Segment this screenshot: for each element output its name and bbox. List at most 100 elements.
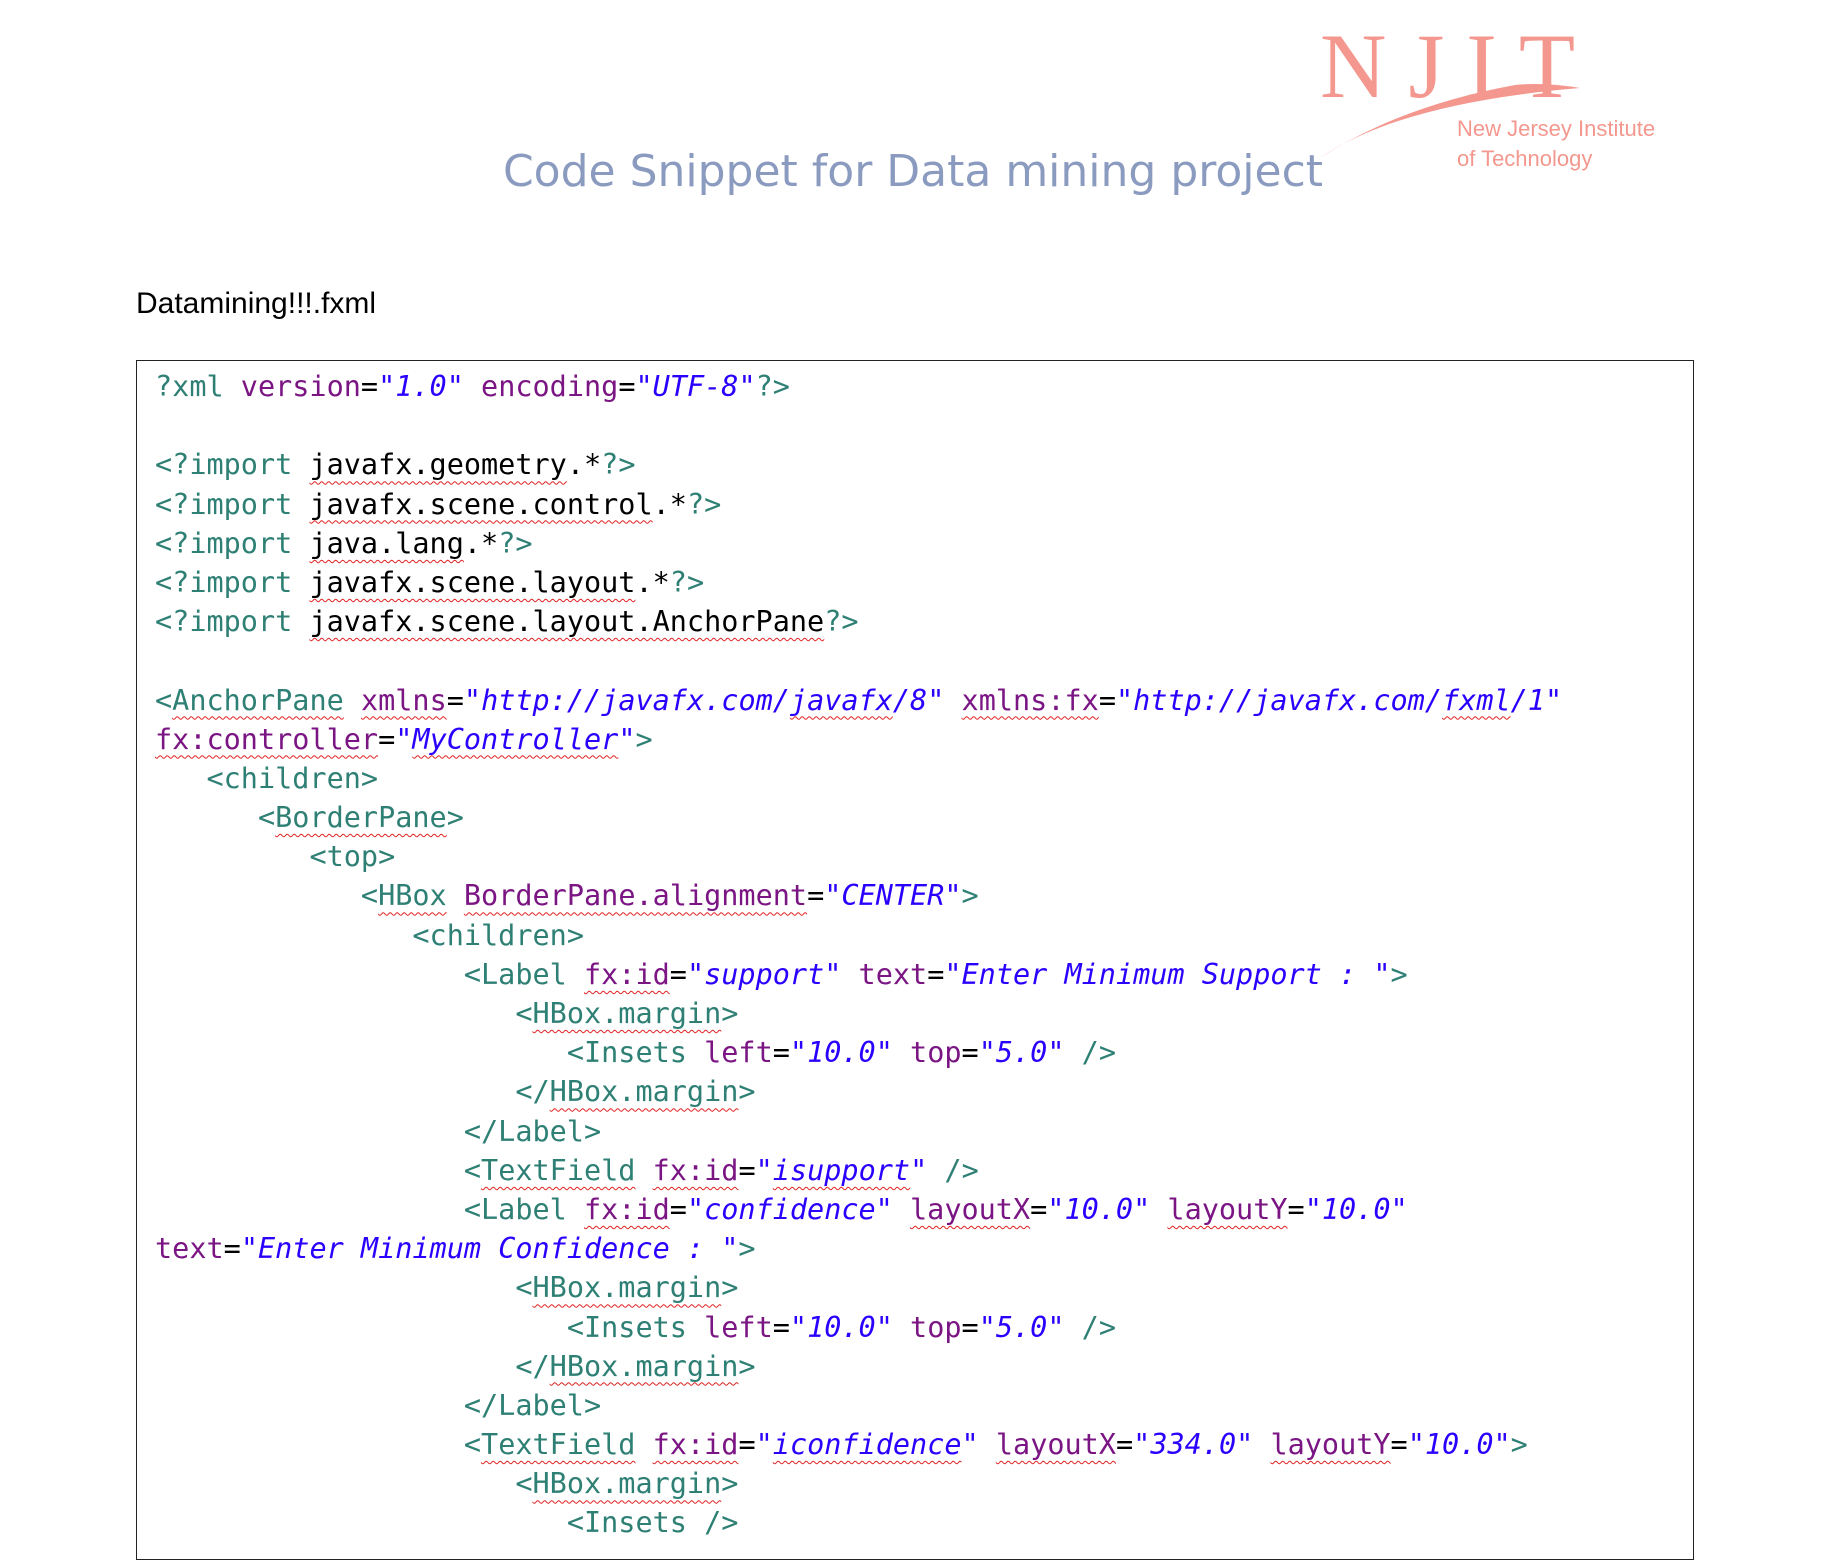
code-token: > xyxy=(738,1232,756,1266)
code-token: = xyxy=(1115,1428,1134,1462)
code-token: "confidence" xyxy=(686,1192,893,1226)
code-token: encoding xyxy=(481,370,619,403)
code-token: "1.0" xyxy=(378,370,464,403)
code-token: > xyxy=(721,1271,739,1305)
code-token: fxml xyxy=(1442,683,1511,717)
code-token: > xyxy=(446,801,464,835)
code-line: <Label fx:id="support" text="Enter Minim… xyxy=(155,955,1562,994)
code-token: = xyxy=(360,370,379,403)
code-token: = xyxy=(223,1232,241,1266)
code-token: < xyxy=(515,997,533,1030)
code-token: /1" xyxy=(1510,683,1563,717)
code-line: <Insets left="10.0" top="5.0" /> xyxy=(155,1308,1562,1347)
code-token: fx:id xyxy=(652,1428,739,1462)
code-line: <HBox.margin> xyxy=(155,1464,1562,1503)
code-token: < xyxy=(515,1467,533,1501)
code-token: /> xyxy=(1081,1036,1116,1070)
logo-subtitle-line1: New Jersey Institute xyxy=(1457,116,1656,141)
code-token: text xyxy=(858,957,928,991)
code-token: AnchorPane xyxy=(172,683,344,717)
code-token: </ xyxy=(515,1349,550,1383)
code-token: "http://javafx.com/ xyxy=(1115,683,1442,717)
code-token: = xyxy=(446,683,464,717)
code-line: <HBox BorderPane.alignment="CENTER"> xyxy=(155,876,1562,915)
code-line: </Label> xyxy=(155,1386,1562,1425)
code-token: = xyxy=(772,1036,790,1070)
code-token: "Enter Minimum Confidence : " xyxy=(240,1232,739,1266)
code-line: </HBox.margin> xyxy=(155,1072,1562,1111)
code-token: < xyxy=(515,1271,533,1305)
code-token: > xyxy=(738,1349,756,1383)
code-token: ?> xyxy=(498,526,533,560)
code-token: <?import xyxy=(155,526,310,560)
code-token: "10.0" xyxy=(1304,1192,1408,1226)
code-token: xmlns xyxy=(360,683,447,717)
code-token: > xyxy=(961,879,979,913)
code-token: < xyxy=(463,1428,482,1462)
code-line: <children> xyxy=(155,916,1562,955)
code-token: = xyxy=(378,722,396,756)
code-token: " xyxy=(755,1153,773,1187)
code-token: " xyxy=(755,1428,773,1462)
code-token: javafx xyxy=(789,683,893,717)
code-line: text="Enter Minimum Confidence : "> xyxy=(155,1229,1562,1268)
code-token: > xyxy=(635,722,653,756)
code-token: <children> xyxy=(412,918,584,952)
code-token: "support" xyxy=(686,957,842,991)
logo-letters: NJIT xyxy=(1320,15,1598,117)
code-token: = xyxy=(1098,683,1116,717)
code-line: </HBox.margin> xyxy=(155,1347,1562,1386)
code-token: > xyxy=(738,1075,756,1109)
code-token: <top> xyxy=(309,840,396,874)
code-line: <TextField fx:id="isupport" /> xyxy=(155,1151,1562,1190)
code-token: HBox xyxy=(378,879,447,913)
code-token: = xyxy=(738,1153,756,1187)
code-token: <Insets /> xyxy=(566,1506,739,1540)
code-token: fx:id xyxy=(583,1192,670,1226)
code-token: "334.0" xyxy=(1133,1428,1254,1462)
code-token: BorderPane.alignment xyxy=(463,879,808,913)
code-token: "http://javafx.com/ xyxy=(463,683,790,717)
code-token: = xyxy=(1287,1192,1305,1226)
code-token: layoutY xyxy=(1167,1192,1288,1226)
code-line: <?import java.lang.*?> xyxy=(155,524,1562,563)
code-token: "10.0" xyxy=(1047,1192,1151,1226)
code-token: MyController xyxy=(412,722,619,756)
code-token: iconfidence xyxy=(772,1428,962,1462)
code-token: "CENTER" xyxy=(824,879,962,913)
code-token: top xyxy=(910,1310,962,1344)
code-lines: ?xml version="1.0" encoding="UTF-8"?> <?… xyxy=(155,367,1562,1543)
code-token: ?> xyxy=(755,370,790,403)
code-token: version xyxy=(240,370,361,403)
code-token: layoutX xyxy=(995,1428,1116,1462)
code-token: fx:id xyxy=(652,1153,739,1187)
code-line: <Insets left="10.0" top="5.0" /> xyxy=(155,1033,1562,1072)
code-token: isupport xyxy=(772,1153,911,1187)
code-token: " xyxy=(910,1153,928,1187)
code-token: java.lang xyxy=(309,526,464,560)
code-token: javafx.scene.layout xyxy=(309,565,636,599)
code-token: <children> xyxy=(206,761,379,795)
code-token: <?import xyxy=(155,487,310,521)
code-line: <Insets /> xyxy=(155,1503,1562,1542)
code-token: /> xyxy=(944,1153,979,1187)
